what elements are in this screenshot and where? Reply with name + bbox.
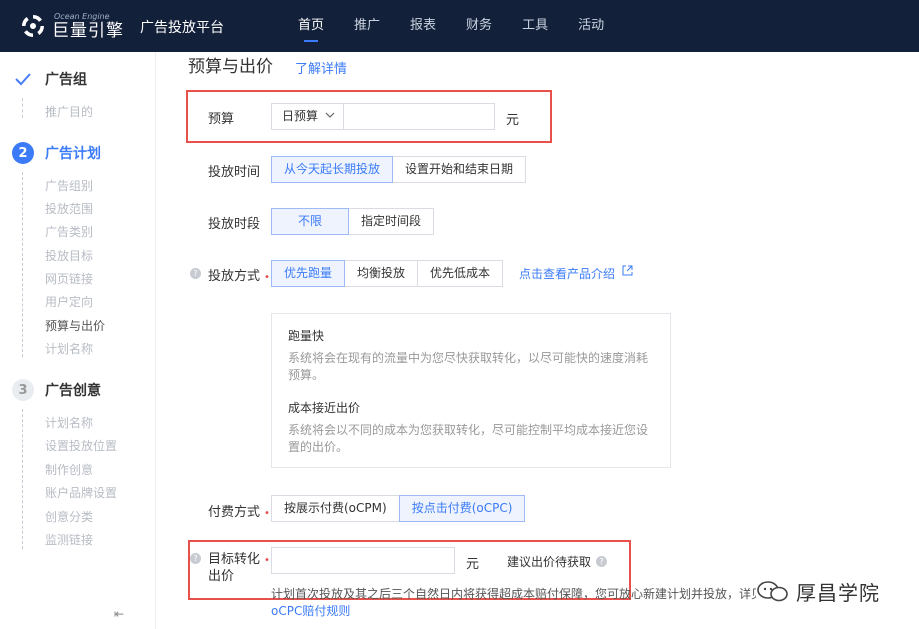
learn-more-link[interactable]: 了解详情 [295, 58, 347, 77]
option-balanced[interactable]: 均衡投放 [344, 260, 419, 287]
sidebar-item[interactable]: 用户定向 [45, 293, 93, 310]
sidebar-item[interactable]: 投放目标 [45, 247, 93, 264]
billing-label: 付费方式 • [208, 505, 270, 520]
option-ocpc[interactable]: 按点击付费(oCPC) [398, 495, 526, 522]
sidebar-item[interactable]: 计划名称 [45, 340, 93, 357]
logo-chinese: 巨量引擎 [52, 20, 124, 41]
info-title-cost: 成本接近出价 [288, 401, 361, 415]
watermark-text: 厚昌学院 [796, 580, 880, 605]
option-ocpm[interactable]: 按展示付费(oCPM) [271, 495, 400, 522]
logo-english: Ocean Engine [54, 11, 110, 21]
sidebar-item-promotion-goal[interactable]: 推广目的 [45, 103, 93, 120]
step-number-badge: 3 [12, 379, 34, 401]
period-label: 投放时段 [208, 217, 261, 232]
step-number-badge: 2 [12, 142, 34, 164]
ocpc-compensation-link[interactable]: oCPC赔付规则 [271, 602, 350, 619]
info-desc-cost: 系统将会以不同的成本为您获取转化，尽可能控制平均成本接近您设置的出价。 [288, 423, 649, 454]
schedule-label: 投放时间 [208, 165, 261, 180]
nav-home[interactable]: 首页 [298, 0, 324, 52]
step-ad-group-label: 广告组 [45, 72, 87, 88]
step-connector [22, 409, 24, 549]
period-options: 不限 指定时间段 [271, 208, 435, 235]
nav-events[interactable]: 活动 [578, 0, 604, 52]
section-title: 预算与出价 [188, 57, 273, 77]
help-icon[interactable]: ? [190, 268, 201, 279]
sidebar-item[interactable]: 创意分类 [45, 508, 93, 525]
sidebar-item[interactable]: 账户品牌设置 [45, 484, 117, 501]
step-ad-creative[interactable]: 3 广告创意 [12, 379, 101, 401]
option-priority-volume[interactable]: 优先跑量 [271, 260, 346, 287]
sidebar-item-budget-bid[interactable]: 预算与出价 [45, 317, 105, 334]
step-ad-plan[interactable]: 2 广告计划 [12, 142, 101, 164]
delivery-method-info: 跑量快 系统将会在现有的流量中为您尽快获取转化，以尽可能快的速度消耗预算。 成本… [271, 313, 671, 468]
product-intro-link[interactable]: 点击查看产品介绍 [519, 265, 615, 282]
option-date-range[interactable]: 设置开始和结束日期 [392, 156, 527, 183]
sidebar-item[interactable]: 广告组别 [45, 177, 93, 194]
sidebar-item[interactable]: 监测链接 [45, 531, 93, 548]
sidebar-item[interactable]: 制作创意 [45, 461, 93, 478]
platform-title: 广告投放平台 [140, 20, 224, 36]
nav-tools[interactable]: 工具 [522, 0, 548, 52]
sidebar-item[interactable]: 投放范围 [45, 200, 93, 217]
step-ad-group[interactable]: 广告组 [12, 68, 87, 90]
option-unlimited[interactable]: 不限 [271, 208, 350, 235]
info-desc-volume: 系统将会在现有的流量中为您尽快获取转化，以尽可能快的速度消耗预算。 [288, 351, 649, 382]
option-specific-period[interactable]: 指定时间段 [348, 208, 435, 235]
option-long-term[interactable]: 从今天起长期投放 [271, 156, 394, 183]
sidebar-item[interactable]: 设置投放位置 [45, 437, 117, 454]
option-low-cost[interactable]: 优先低成本 [417, 260, 504, 287]
schedule-options: 从今天起长期投放 设置开始和结束日期 [271, 156, 527, 183]
sidebar-item[interactable]: 计划名称 [45, 414, 93, 431]
ocean-engine-logo-icon [20, 13, 46, 39]
step-ad-creative-label: 广告创意 [45, 383, 101, 399]
highlight-box-budget [186, 90, 552, 143]
collapse-sidebar-icon[interactable]: ⇤ [114, 607, 124, 621]
step-connector [22, 98, 24, 118]
step-ad-plan-label: 广告计划 [45, 146, 101, 162]
logo[interactable]: Ocean Engine 巨量引擎 [20, 10, 124, 42]
step-connector [22, 172, 24, 357]
main-nav: 首页 推广 报表 财务 工具 活动 [298, 0, 634, 52]
nav-promotion[interactable]: 推广 [354, 0, 380, 52]
delivery-method-label: 投放方式 • [208, 269, 270, 284]
nav-reports[interactable]: 报表 [410, 0, 436, 52]
billing-options: 按展示付费(oCPM) 按点击付费(oCPC) [271, 495, 526, 522]
nav-finance[interactable]: 财务 [466, 0, 492, 52]
external-link-icon[interactable] [622, 265, 633, 280]
sidebar-item[interactable]: 广告类别 [45, 223, 93, 240]
sidebar-item[interactable]: 网页链接 [45, 270, 93, 287]
compensation-note: 计划首次投放及其之后三个自然日内将获得超成本赔付保障，您可放心新建计划并投放，详… [271, 587, 764, 601]
top-navbar: Ocean Engine 巨量引擎 广告投放平台 首页 推广 报表 财务 工具 … [0, 0, 919, 52]
info-title-volume: 跑量快 [288, 329, 325, 343]
wechat-icon [756, 579, 790, 603]
sidebar-divider [155, 52, 156, 629]
checkmark-icon [12, 68, 34, 90]
delivery-method-options: 优先跑量 均衡投放 优先低成本 [271, 260, 504, 287]
watermark: 厚昌学院 [756, 574, 906, 608]
